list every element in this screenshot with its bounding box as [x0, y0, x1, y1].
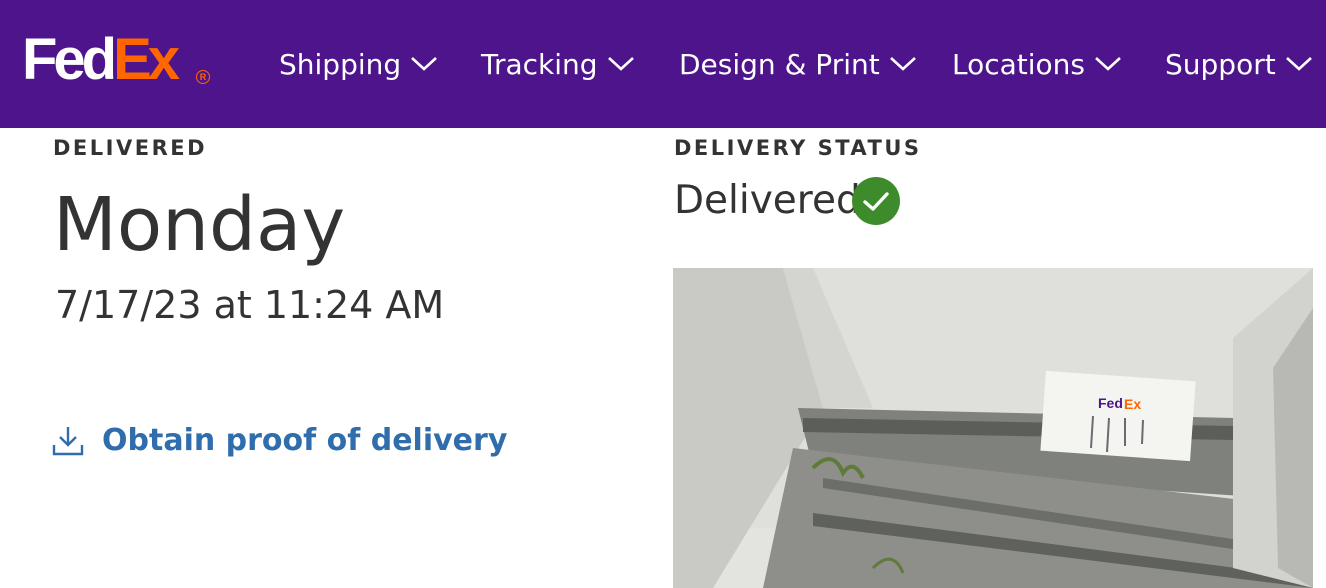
check-circle-icon — [852, 177, 900, 225]
delivery-photo-image: Fed Ex — [673, 268, 1313, 588]
delivery-status-value: Delivered — [674, 178, 861, 223]
obtain-proof-of-delivery-link[interactable]: Obtain proof of delivery — [52, 418, 507, 462]
logo-ex-text: Ex — [113, 27, 180, 92]
download-icon — [52, 427, 84, 456]
top-navigation-bar: FedEx R Shipping Tracking Design & Print… — [0, 0, 1326, 128]
registered-mark-icon: R — [196, 70, 210, 84]
delivery-day: Monday — [53, 182, 346, 268]
photo-sign-text-ex: Ex — [1124, 396, 1141, 412]
nav-locations[interactable]: Locations — [952, 44, 1121, 84]
nav-locations-label: Locations — [952, 47, 1086, 81]
delivery-status-label: DELIVERY STATUS — [674, 136, 922, 160]
delivered-label: DELIVERED — [53, 136, 208, 160]
fedex-logo[interactable]: FedEx R — [22, 27, 210, 92]
chevron-down-icon — [1095, 57, 1121, 71]
nav-tracking-label: Tracking — [481, 47, 598, 81]
nav-design-print-label: Design & Print — [679, 47, 880, 81]
chevron-down-icon — [889, 57, 916, 71]
nav-support-label: Support — [1165, 47, 1276, 81]
chevron-down-icon — [411, 57, 438, 71]
nav-shipping-label: Shipping — [279, 47, 402, 81]
delivery-photo[interactable]: Fed Ex — [673, 268, 1313, 588]
delivery-datetime: 7/17/23 at 11:24 AM — [55, 283, 445, 327]
nav-shipping[interactable]: Shipping — [279, 44, 438, 84]
chevron-down-icon — [607, 57, 634, 71]
nav-tracking[interactable]: Tracking — [481, 44, 634, 84]
chevron-down-icon — [1285, 57, 1312, 71]
obtain-proof-label: Obtain proof of delivery — [102, 422, 508, 458]
nav-design-print[interactable]: Design & Print — [679, 44, 916, 84]
nav-support[interactable]: Support — [1165, 44, 1312, 84]
photo-sign-text: Fed — [1098, 395, 1123, 411]
logo-fed-text: Fed — [22, 27, 117, 92]
